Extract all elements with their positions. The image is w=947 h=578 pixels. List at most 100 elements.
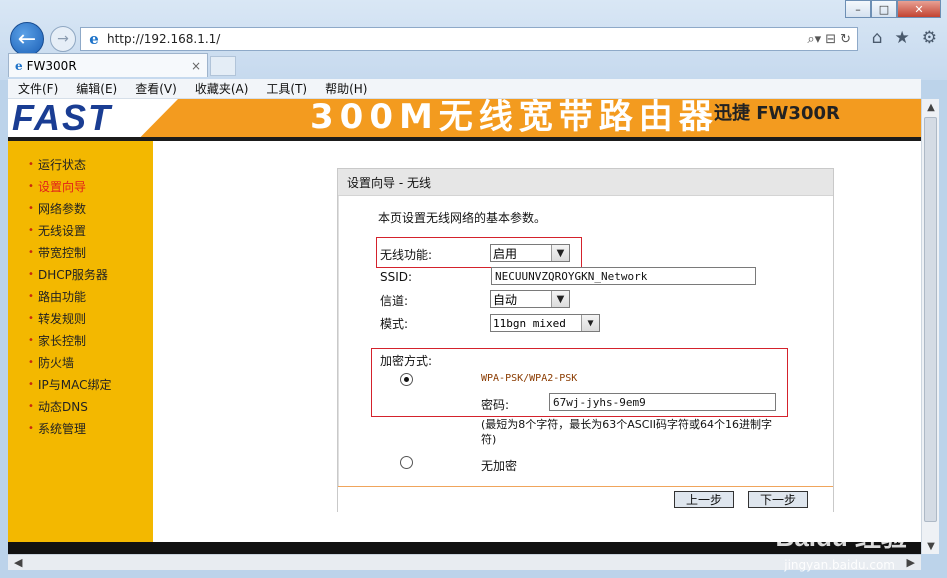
tab-title: FW300R — [26, 58, 77, 73]
address-url[interactable]: http://192.168.1.1/ — [107, 32, 807, 46]
sidebar-item[interactable]: • IP与MAC绑定 — [8, 373, 153, 395]
address-bar[interactable]: e http://192.168.1.1/ ⌕▾ ⊟ ↻ — [80, 27, 858, 51]
menu-bar: 文件(F) 编辑(E) 查看(V) 收藏夹(A) 工具(T) 帮助(H) — [8, 79, 921, 99]
arrow-right-icon: → — [57, 31, 69, 47]
panel-title: 设置向导 - 无线 — [338, 169, 833, 196]
ssid-label: SSID: — [380, 270, 413, 284]
encryption-label: 加密方式: — [380, 354, 433, 368]
bullet-icon: • — [28, 180, 34, 192]
wpa-radio[interactable] — [400, 373, 413, 386]
scroll-right-icon[interactable]: ▶ — [907, 556, 915, 569]
wireless-value: 启用 — [493, 246, 518, 261]
fast-logo: FAST — [12, 99, 113, 138]
mode-label: 模式: — [380, 317, 409, 331]
sidebar-item[interactable]: • 无线设置 — [8, 219, 153, 241]
vertical-scrollbar[interactable]: ▲ ▼ — [921, 99, 939, 554]
chevron-down-icon: ▼ — [551, 245, 569, 261]
star-icon[interactable]: ★ — [895, 28, 910, 48]
bullet-icon: • — [28, 158, 34, 170]
sidebar-item[interactable]: • DHCP服务器 — [8, 263, 153, 285]
sidebar-item[interactable]: • 设置向导 — [8, 175, 153, 197]
bullet-icon: • — [28, 268, 34, 280]
gear-icon[interactable]: ⚙ — [922, 28, 937, 48]
search-icon[interactable]: ⌕▾ — [807, 32, 821, 47]
menu-help[interactable]: 帮助(H) — [325, 80, 367, 97]
intro-text: 本页设置无线网络的基本参数。 — [378, 211, 547, 225]
home-icon[interactable]: ⌂ — [872, 28, 883, 48]
close-icon[interactable]: ✕ — [897, 0, 941, 18]
address-tools: ⌕▾ ⊟ ↻ — [807, 32, 851, 47]
sidebar-item[interactable]: • 路由功能 — [8, 285, 153, 307]
bullet-icon: • — [28, 312, 34, 324]
next-button[interactable]: 下一步 — [748, 491, 808, 508]
scroll-down-icon[interactable]: ▼ — [922, 538, 940, 554]
scroll-up-icon[interactable]: ▲ — [922, 99, 940, 115]
bullet-icon: • — [28, 356, 34, 368]
bullet-icon: • — [28, 246, 34, 258]
bullet-icon: • — [28, 400, 34, 412]
scroll-left-icon[interactable]: ◀ — [14, 556, 22, 569]
page-viewport: FAST 300M无线宽带路由器 迅捷 FW300R • 运行状态 • 设置向导 • 网络… — [8, 99, 921, 542]
sidebar-item-label: DHCP服务器 — [38, 267, 108, 282]
wizard-panel: 设置向导 - 无线 本页设置无线网络的基本参数。 无线功能: 启用 ▼ SSID… — [337, 168, 834, 512]
router-banner: FAST 300M无线宽带路由器 迅捷 FW300R — [8, 99, 921, 138]
sidebar-item[interactable]: • 转发规则 — [8, 307, 153, 329]
main-content: 设置向导 - 无线 本页设置无线网络的基本参数。 无线功能: 启用 ▼ SSID… — [153, 141, 921, 542]
password-label: 密码: — [481, 398, 510, 412]
sidebar-item[interactable]: • 带宽控制 — [8, 241, 153, 263]
chevron-down-icon: ▼ — [581, 315, 599, 331]
sidebar-item-label: 路由功能 — [38, 289, 87, 304]
bullet-icon: • — [28, 290, 34, 302]
new-tab-button[interactable] — [210, 56, 236, 76]
sidebar-item-label: 家长控制 — [38, 333, 87, 348]
sidebar-item[interactable]: • 家长控制 — [8, 329, 153, 351]
back-button[interactable]: ← — [10, 22, 44, 56]
sidebar-item[interactable]: • 网络参数 — [8, 197, 153, 219]
bullet-icon: • — [28, 422, 34, 434]
arrow-left-icon: ← — [17, 26, 37, 52]
forward-button[interactable]: → — [50, 26, 76, 52]
sidebar-item[interactable]: • 运行状态 — [8, 153, 153, 175]
sidebar-item[interactable]: • 系统管理 — [8, 417, 153, 439]
banner-title: 300M无线宽带路由器 — [310, 99, 719, 137]
menu-file[interactable]: 文件(F) — [18, 80, 58, 97]
menu-edit[interactable]: 编辑(E) — [76, 80, 117, 97]
compat-icon[interactable]: ⊟ — [825, 32, 836, 47]
sidebar-item-label: 防火墙 — [38, 355, 75, 370]
sidebar-item[interactable]: • 动态DNS — [8, 395, 153, 417]
prev-button[interactable]: 上一步 — [674, 491, 734, 508]
refresh-icon[interactable]: ↻ — [840, 32, 851, 47]
channel-label: 信道: — [380, 294, 409, 308]
password-input[interactable]: 67wj-jyhs-9em9 — [549, 393, 776, 411]
tab-close-icon[interactable]: × — [191, 59, 201, 73]
sidebar-item-label: 设置向导 — [38, 179, 87, 194]
menu-tools[interactable]: 工具(T) — [266, 80, 307, 97]
maximize-icon[interactable]: □ — [871, 0, 897, 18]
wireless-select[interactable]: 启用 ▼ — [490, 244, 570, 262]
wireless-label: 无线功能: — [380, 248, 433, 262]
toolbar-icons: ⌂ ★ ⚙ — [872, 28, 937, 48]
menu-view[interactable]: 查看(V) — [135, 80, 177, 97]
bullet-icon: • — [28, 378, 34, 390]
window-controls: – □ ✕ — [845, 0, 941, 18]
sidebar-item-label: 运行状态 — [38, 157, 87, 172]
sidebar-item-label: 动态DNS — [38, 399, 88, 414]
mode-value: 11bgn mixed — [493, 316, 566, 330]
no-encryption-label: 无加密 — [481, 459, 518, 473]
password-hint: (最短为8个字符，最长为63个ASCII码字符或64个16进制字符) — [481, 418, 772, 446]
mode-select[interactable]: 11bgn mixed ▼ — [490, 314, 600, 332]
minimize-icon[interactable]: – — [845, 0, 871, 18]
scroll-thumb[interactable] — [924, 117, 937, 522]
banner-model: 迅捷 FW300R — [714, 103, 840, 124]
bullet-icon: • — [28, 334, 34, 346]
no-encryption-radio[interactable] — [400, 456, 413, 469]
sidebar-item-label: 无线设置 — [38, 223, 87, 238]
sidebar-item[interactable]: • 防火墙 — [8, 351, 153, 373]
ie-icon: e — [15, 58, 23, 73]
ssid-input[interactable]: NECUUNVZQROYGKN_Network — [491, 267, 756, 285]
channel-select[interactable]: 自动 ▼ — [490, 290, 570, 308]
sidebar-menu: • 运行状态 • 设置向导 • 网络参数 • 无线设置 • 带宽控制 • DHCP服务器 • 路由功能 • 转… — [8, 141, 153, 542]
menu-favorites[interactable]: 收藏夹(A) — [195, 80, 249, 97]
sidebar-item-label: 转发规则 — [38, 311, 87, 326]
tab-fw300r[interactable]: e FW300R × — [8, 53, 208, 77]
